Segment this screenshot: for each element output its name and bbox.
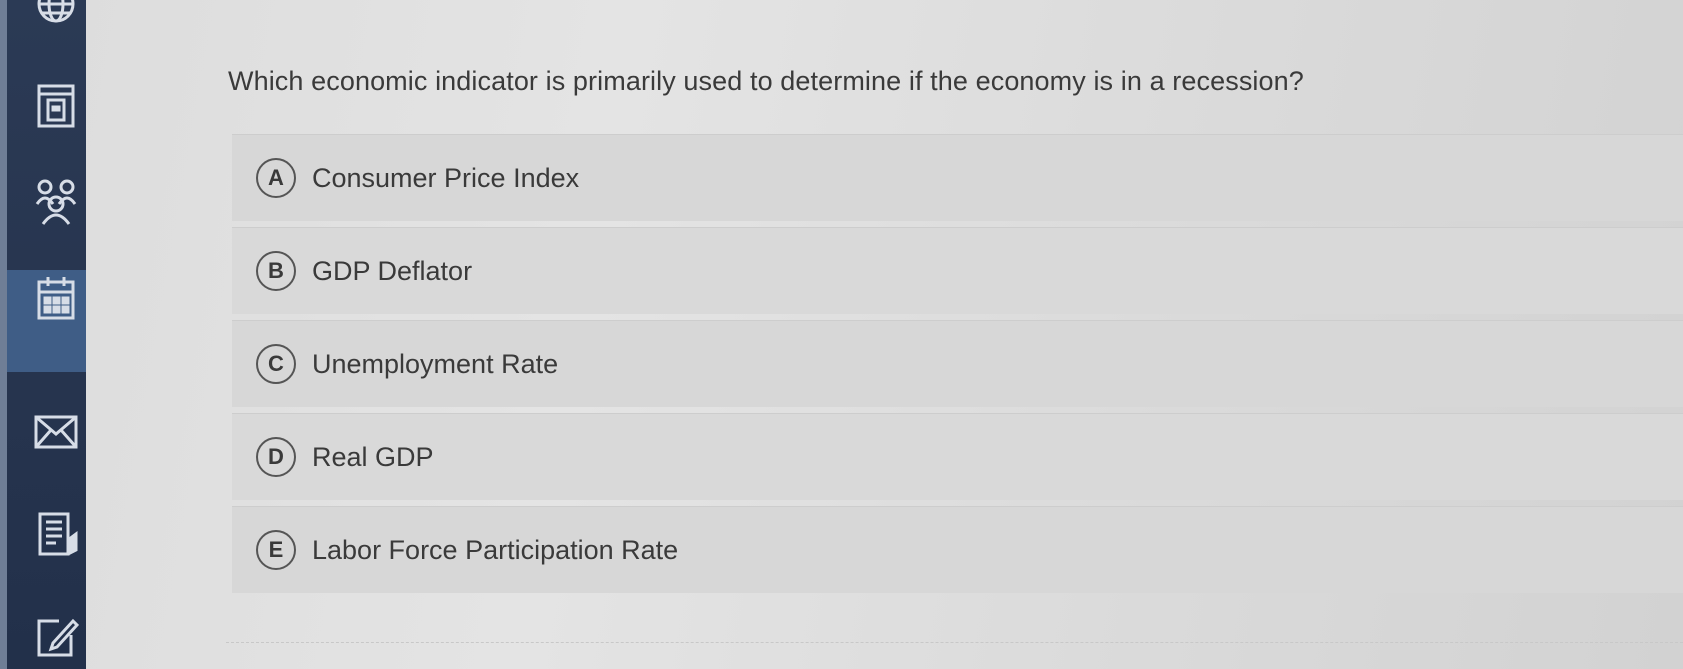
mail-icon[interactable] xyxy=(30,406,82,458)
option-label: Labor Force Participation Rate xyxy=(312,534,679,565)
main-content: Which economic indicator is primarily us… xyxy=(86,0,1683,669)
divider xyxy=(226,642,1683,644)
globe-icon[interactable] xyxy=(30,0,82,30)
option-letter: C xyxy=(256,344,296,384)
document-icon[interactable] xyxy=(30,508,82,560)
quiz-screen: Which economic indicator is primarily us… xyxy=(0,0,1683,669)
option-label: GDP Deflator xyxy=(312,255,473,286)
option-letter: D xyxy=(256,437,296,477)
question-text: Which economic indicator is primarily us… xyxy=(228,66,1304,96)
option-letter: E xyxy=(256,530,296,570)
sidebar-edge xyxy=(0,0,7,669)
calendar-icon[interactable] xyxy=(30,272,82,324)
option-letter: A xyxy=(256,158,296,198)
edit-icon[interactable] xyxy=(30,612,82,664)
people-icon[interactable] xyxy=(30,176,82,228)
option-label: Consumer Price Index xyxy=(312,162,580,193)
option-label: Real GDP xyxy=(312,441,434,472)
answer-options: A Consumer Price Index B GDP Deflator C … xyxy=(232,134,1683,599)
dashboard-icon[interactable] xyxy=(30,80,82,132)
option-e[interactable]: E Labor Force Participation Rate xyxy=(232,506,1683,593)
sidebar-nav xyxy=(0,0,86,669)
option-a[interactable]: A Consumer Price Index xyxy=(232,134,1683,221)
option-d[interactable]: D Real GDP xyxy=(232,413,1683,500)
option-letter: B xyxy=(256,251,296,291)
option-b[interactable]: B GDP Deflator xyxy=(232,227,1683,314)
option-c[interactable]: C Unemployment Rate xyxy=(232,320,1683,407)
option-label: Unemployment Rate xyxy=(312,348,559,379)
